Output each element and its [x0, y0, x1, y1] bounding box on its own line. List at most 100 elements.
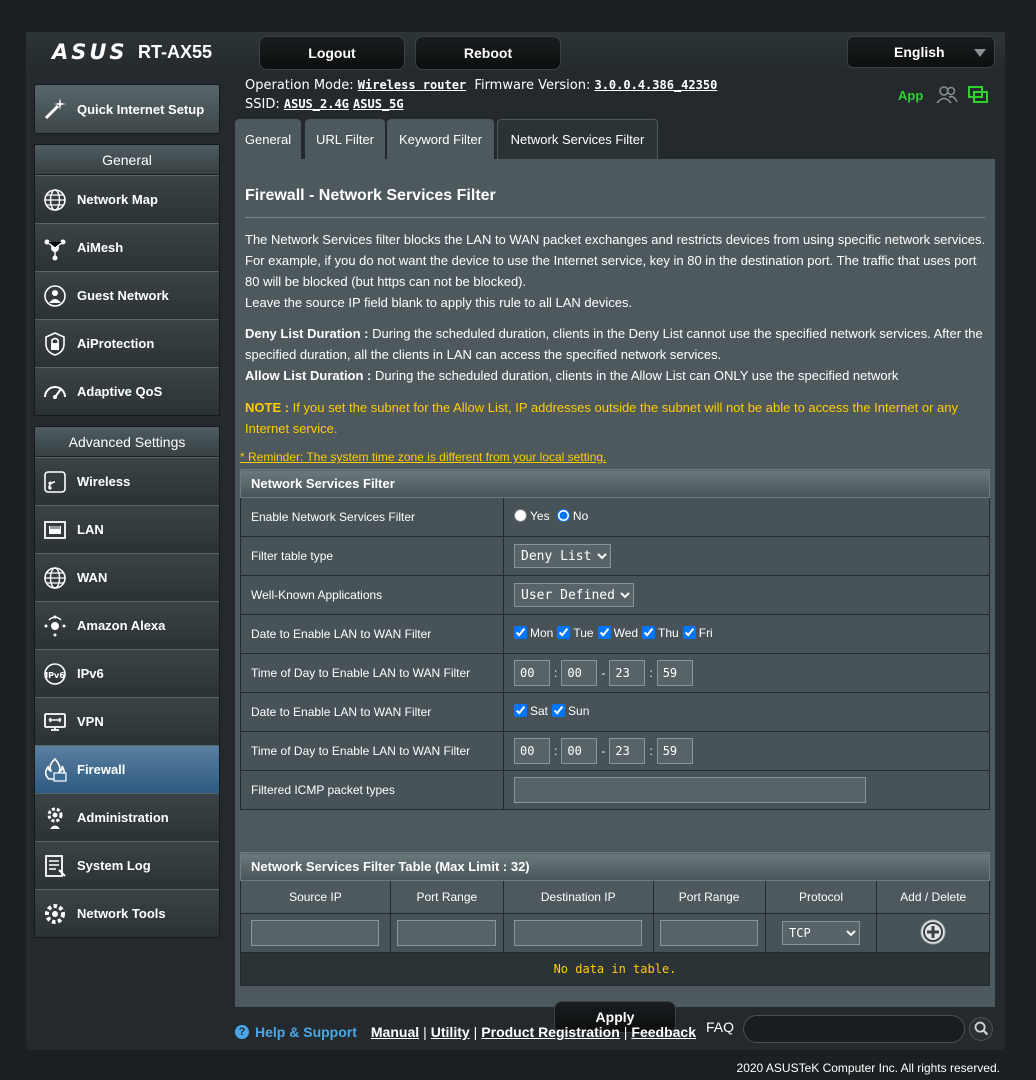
ipv6-icon: IPv6 — [41, 660, 69, 688]
day-checkbox-thu[interactable]: Thu — [642, 626, 679, 640]
allow-label: Allow List Duration : — [245, 368, 372, 383]
sidebar-item-network-map[interactable]: Network Map — [35, 175, 219, 223]
day-checkbox-sat[interactable]: Sat — [514, 704, 548, 718]
usb-devices-icon[interactable] — [967, 84, 989, 106]
tab-network-services-filter[interactable]: Network Services Filter — [497, 119, 658, 159]
day-checkbox-sun[interactable]: Sun — [552, 704, 589, 718]
help-support-link[interactable]: ? Help & Support — [235, 1024, 357, 1040]
filter-settings-table: Network Services Filter Enable Network S… — [240, 469, 990, 810]
aimesh-icon — [41, 234, 69, 262]
product-registration-link[interactable]: Product Registration — [481, 1024, 619, 1040]
table-row: Date to Enable LAN to WAN Filter Mon Tue W… — [240, 614, 990, 654]
sidebar-item-label: LAN — [77, 522, 104, 537]
deny-label: Deny List Duration : — [245, 326, 369, 341]
icmp-label: Filtered ICMP packet types — [240, 770, 504, 810]
weekday-end-minute[interactable] — [656, 660, 693, 686]
day-label: Wed — [613, 625, 639, 640]
sidebar-item-amazon-alexa[interactable]: Amazon Alexa — [35, 601, 219, 649]
sidebar-item-guest-network[interactable]: Guest Network — [35, 271, 219, 319]
sidebar-item-aiprotection[interactable]: AiProtection — [35, 319, 219, 367]
empty-table-message: No data in table. — [240, 952, 990, 986]
tab-url-filter[interactable]: URL Filter — [305, 119, 385, 159]
quick-internet-setup[interactable]: Quick Internet Setup — [34, 84, 220, 134]
day-checkbox-wed[interactable]: Wed — [597, 625, 639, 640]
enable-no-radio[interactable]: No — [556, 509, 588, 523]
faq-search-input[interactable] — [743, 1015, 965, 1043]
weekday-start-minute[interactable] — [561, 660, 598, 686]
sidebar-item-label: WAN — [77, 570, 108, 585]
weekday-start-hour[interactable] — [514, 660, 550, 686]
day-checkbox-mon[interactable]: Mon — [514, 626, 553, 640]
model-name: RT-AX55 — [138, 42, 213, 62]
tab-general[interactable]: General — [235, 119, 301, 159]
sidebar-item-lan[interactable]: LAN — [35, 505, 219, 553]
help-label: Help & Support — [255, 1024, 357, 1040]
yes-label: Yes — [530, 508, 550, 523]
weekend-start-minute[interactable] — [561, 738, 598, 764]
weekday-end-hour[interactable] — [609, 660, 646, 686]
day-checkbox-tue[interactable]: Tue — [557, 626, 594, 640]
op-mode-link[interactable]: Wireless router — [358, 78, 466, 92]
sidebar-item-label: System Log — [77, 858, 151, 873]
sidebar-item-wireless[interactable]: Wireless — [35, 457, 219, 505]
destination-ip-input[interactable] — [514, 920, 643, 946]
manual-link[interactable]: Manual — [371, 1024, 419, 1040]
sidebar-item-system-log[interactable]: System Log — [35, 841, 219, 889]
table-type-label: Filter table type — [240, 536, 504, 576]
lock-shield-icon — [41, 330, 69, 358]
source-port-input[interactable] — [397, 920, 497, 946]
firewall-icon — [41, 756, 69, 784]
apps-select[interactable]: User Defined — [514, 583, 634, 607]
users-icon[interactable] — [936, 84, 958, 106]
language-select[interactable]: English — [847, 36, 995, 68]
day-checkbox-fri[interactable]: Fri — [682, 626, 713, 640]
timezone-reminder-link[interactable]: * Reminder: The system time zone is diff… — [240, 450, 606, 464]
destination-port-input[interactable] — [660, 920, 759, 946]
advanced-menu: Advanced Settings Wireless LAN WAN Amazon A… — [34, 426, 220, 938]
svg-text:IPv6: IPv6 — [45, 671, 65, 680]
table-row: Time of Day to Enable LAN to WAN Filter … — [240, 653, 990, 693]
protocol-select[interactable]: TCP — [782, 921, 860, 945]
sidebar-item-label: Wireless — [77, 474, 131, 489]
weekend-start-hour[interactable] — [514, 738, 550, 764]
reboot-button[interactable]: Reboot — [415, 36, 561, 70]
sidebar-item-wan[interactable]: WAN — [35, 553, 219, 601]
app-link[interactable]: App — [898, 88, 923, 103]
weekend-end-hour[interactable] — [609, 738, 646, 764]
system-log-icon — [41, 852, 69, 880]
tab-keyword-filter[interactable]: Keyword Filter — [387, 119, 494, 159]
rules-input-row: TCP — [240, 913, 990, 953]
sidebar-item-firewall[interactable]: Firewall — [35, 745, 219, 793]
source-ip-input[interactable] — [251, 920, 380, 946]
ssid-24-link[interactable]: ASUS_2.4G — [284, 97, 349, 111]
ssid-5-link[interactable]: ASUS_5G — [353, 97, 404, 111]
sidebar-item-adaptive-qos[interactable]: Adaptive QoS — [35, 367, 219, 415]
sidebar-item-ipv6[interactable]: IPv6 IPv6 — [35, 649, 219, 697]
add-rule-icon[interactable] — [919, 918, 947, 946]
faq-label: FAQ — [706, 1019, 735, 1035]
footer-separator: | — [623, 1024, 628, 1040]
search-icon[interactable] — [969, 1017, 993, 1041]
feedback-link[interactable]: Feedback — [631, 1024, 696, 1040]
weekend-label: Date to Enable LAN to WAN Filter — [240, 692, 504, 732]
sidebar-item-network-tools[interactable]: Network Tools — [35, 889, 219, 937]
enable-yes-radio[interactable]: Yes — [514, 509, 550, 523]
note-text: If you set the subnet for the Allow List… — [245, 400, 958, 436]
table-row: Filtered ICMP packet types — [240, 770, 990, 810]
logout-button[interactable]: Logout — [259, 36, 405, 70]
language-value: English — [894, 44, 945, 60]
note: NOTE : If you set the subnet for the All… — [245, 397, 990, 439]
allow-text: During the scheduled duration, clients i… — [371, 368, 899, 383]
sidebar-item-vpn[interactable]: VPN — [35, 697, 219, 745]
sidebar-item-administration[interactable]: Administration — [35, 793, 219, 841]
icmp-input[interactable] — [514, 777, 866, 803]
sidebar-item-aimesh[interactable]: AiMesh — [35, 223, 219, 271]
table-type-select[interactable]: Deny List — [514, 544, 611, 568]
col-destination-ip: Destination IP — [502, 880, 654, 914]
page-title: Firewall - Network Services Filter — [245, 187, 496, 204]
utility-link[interactable]: Utility — [431, 1024, 470, 1040]
ssid-label: SSID: — [245, 97, 280, 112]
weekend-end-minute[interactable] — [656, 738, 693, 764]
firmware-link[interactable]: 3.0.0.4.386_42350 — [594, 78, 717, 92]
gear-icon — [41, 900, 69, 928]
